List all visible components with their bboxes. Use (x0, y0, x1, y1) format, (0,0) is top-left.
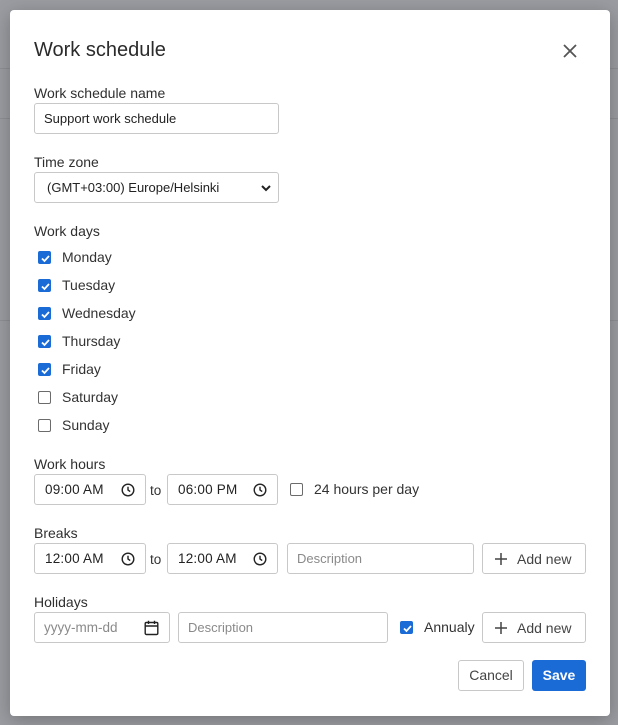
checkbox-annually[interactable] (400, 621, 413, 634)
work-days-label: Work days (34, 223, 100, 239)
plus-icon (494, 621, 508, 638)
break-start-input[interactable]: 12:00 AM (34, 543, 146, 574)
checkbox-24-hours[interactable] (290, 483, 303, 496)
checkmark-icon (403, 625, 412, 633)
holidays-label: Holidays (34, 594, 88, 610)
workday-label: Monday (62, 249, 112, 265)
workday-label: Tuesday (62, 277, 116, 293)
time-value: 12:00 AM (45, 551, 104, 566)
checkbox-saturday[interactable] (38, 391, 51, 404)
add-break-label: Add new (517, 551, 572, 567)
work-hours-end-input[interactable]: 06:00 PM (167, 474, 278, 505)
close-button[interactable] (558, 41, 582, 61)
all-day-label: 24 hours per day (314, 481, 420, 497)
time-zone-value: (GMT+03:00) Europe/Helsinki (47, 180, 220, 195)
checkmark-icon (41, 311, 50, 319)
break-description-input[interactable]: Description (287, 543, 474, 574)
checkbox-tuesday[interactable] (38, 279, 51, 292)
time-zone-label: Time zone (34, 154, 99, 170)
close-icon (558, 44, 582, 65)
cancel-button[interactable]: Cancel (458, 660, 524, 691)
time-value: 12:00 AM (178, 551, 237, 566)
checkbox-monday[interactable] (38, 251, 51, 264)
checkbox-thursday[interactable] (38, 335, 51, 348)
workday-label: Wednesday (62, 305, 136, 321)
checkmark-icon (41, 367, 50, 375)
break-end-input[interactable]: 12:00 AM (167, 543, 278, 574)
add-break-button[interactable]: Add new (482, 543, 586, 574)
breaks-label: Breaks (34, 525, 78, 541)
save-button[interactable]: Save (532, 660, 586, 691)
holiday-description-input[interactable]: Description (178, 612, 388, 643)
time-zone-select[interactable]: (GMT+03:00) Europe/Helsinki (34, 172, 279, 203)
checkmark-icon (41, 283, 50, 291)
workday-label: Saturday (62, 389, 119, 405)
checkmark-icon (41, 339, 50, 347)
schedule-name-input[interactable]: Support work schedule (34, 103, 279, 134)
time-value: 06:00 PM (178, 482, 238, 497)
workday-label: Friday (62, 361, 101, 377)
checkbox-sunday[interactable] (38, 419, 51, 432)
to-label: to (150, 552, 162, 567)
holiday-date-input[interactable]: yyyy-mm-dd (34, 612, 170, 643)
work-schedule-dialog: Work schedule Work schedule name Support… (10, 10, 610, 716)
dialog-title: Work schedule (34, 39, 166, 61)
to-label: to (150, 483, 162, 498)
time-value: 09:00 AM (45, 482, 104, 497)
date-placeholder: yyyy-mm-dd (44, 620, 118, 635)
add-holiday-button[interactable]: Add new (482, 612, 586, 643)
add-holiday-label: Add new (517, 620, 572, 636)
checkbox-friday[interactable] (38, 363, 51, 376)
schedule-name-label: Work schedule name (34, 85, 166, 101)
workday-label: Thursday (62, 333, 121, 349)
checkbox-wednesday[interactable] (38, 307, 51, 320)
annually-label: Annualy (424, 619, 475, 635)
plus-icon (494, 552, 508, 569)
work-hours-start-input[interactable]: 09:00 AM (34, 474, 146, 505)
work-hours-label: Work hours (34, 456, 106, 472)
workday-label: Sunday (62, 417, 110, 433)
checkmark-icon (41, 255, 50, 263)
